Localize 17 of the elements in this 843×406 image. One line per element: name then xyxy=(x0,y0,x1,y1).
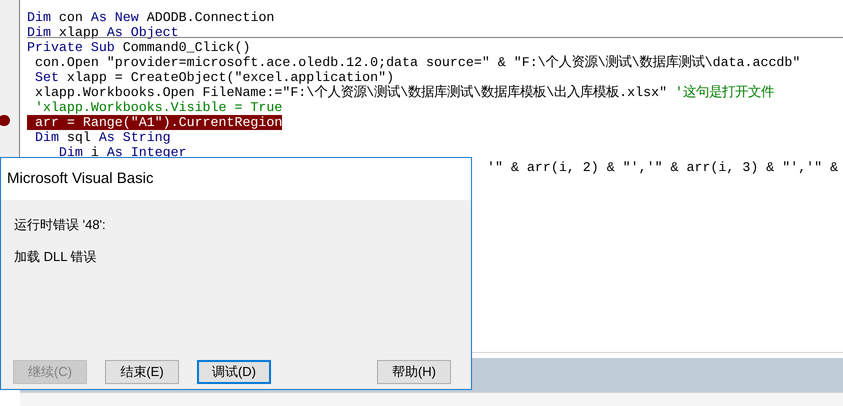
code-line: '" & arr(i, 2) & "','" & arr(i, 3) & "','" & xyxy=(487,160,838,175)
code-line: con.Open "provider=microsoft.ace.oledb.12.0;data source=" & "F:\个人资源\测试\数据库测试\data.accdb" xyxy=(34,55,800,70)
code-line: Private Sub Command0_Click() xyxy=(27,40,250,55)
code-line: Dim con As New ADODB.Connection xyxy=(27,10,274,25)
dialog-button[interactable]: 调试(D) xyxy=(197,360,271,384)
dialog-title: Microsoft Visual Basic xyxy=(7,168,154,189)
code-line: Dim sql As String xyxy=(34,130,171,145)
breakpoint-icon[interactable] xyxy=(0,115,10,126)
code-line: xlapp.Workbooks.Open FileName:="F:\个人资源\测试\数据库测试\数据库模板\出入库模板.xlsx" '这句是打开文件 xyxy=(34,85,774,100)
error-message: 运行时错误 '48': xyxy=(14,216,107,234)
dialog-button[interactable]: 结束(E) xyxy=(105,360,179,384)
code-line: Dim xlapp As Object xyxy=(27,25,179,40)
code-line: Set xlapp = CreateObject("excel.application") xyxy=(34,70,394,85)
code-line: Dim i As Integer xyxy=(58,145,187,160)
dialog-button[interactable]: 帮助(H) xyxy=(377,360,451,384)
code-line: 'xlapp.Workbooks.Visible = True xyxy=(34,100,282,115)
error-message: 加载 DLL 错误 xyxy=(14,248,98,266)
